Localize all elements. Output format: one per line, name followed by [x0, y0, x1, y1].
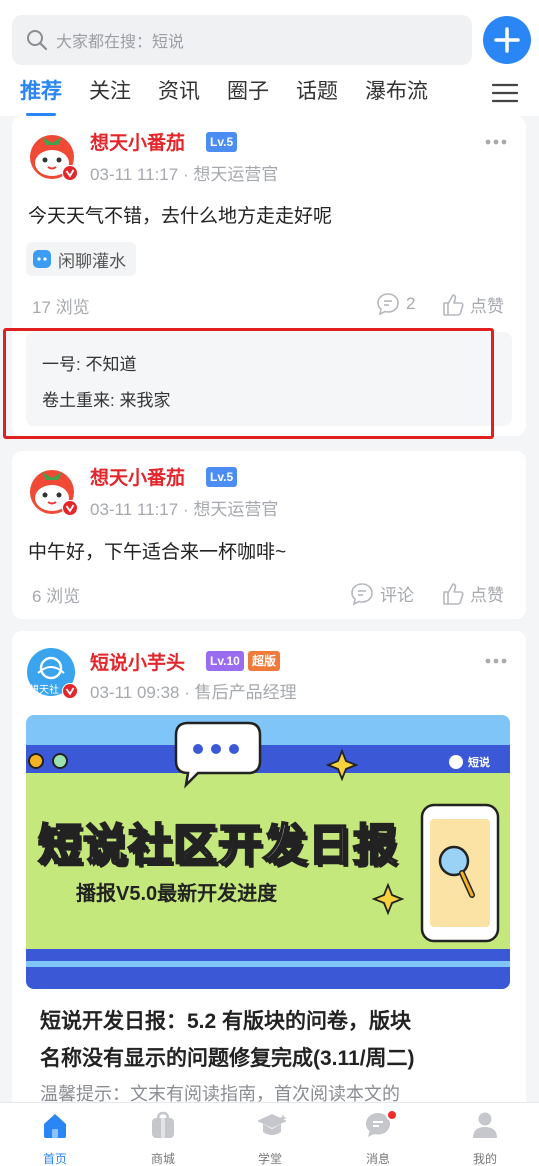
thumbs-up-icon: [443, 293, 464, 316]
nav-label: 我的: [472, 1152, 497, 1166]
app-page: 大家都在搜：短说 推荐 关注 资讯 圈子 话题 瀑布流 想天小番茄 Lv.5 0…: [0, 0, 539, 1166]
graduation-cap-icon: [257, 1114, 287, 1135]
nav-label: 首页: [42, 1152, 67, 1166]
thumbs-up-icon: [443, 582, 464, 605]
tab-topics[interactable]: 话题: [296, 76, 338, 112]
more-icon[interactable]: [484, 657, 508, 665]
chat-bubble-icon: [33, 250, 51, 268]
create-post-button[interactable]: [483, 16, 531, 64]
nav-label: 消息: [365, 1152, 390, 1166]
post-meta: 03-11 09:38 · 售后产品经理: [90, 683, 297, 702]
post-card[interactable]: 想天小番茄 Lv.5 03-11 11:17 · 想天运营官 中午好，下午适合来…: [12, 451, 526, 619]
banner-subtitle: 播报V5.0最新开发进度: [76, 883, 278, 905]
avatar-text: 想天社: [29, 685, 59, 696]
unread-dot: [386, 1109, 398, 1121]
verified-badge-icon: [62, 500, 78, 516]
tab-circles[interactable]: 圈子: [227, 76, 269, 112]
bottom-navigation: 首页 商城 学堂 消息 我的: [0, 1102, 539, 1166]
comment-label: 评论: [380, 586, 414, 605]
nav-label: 商城: [150, 1152, 175, 1166]
category-tabs: 推荐 关注 资讯 圈子 话题 瀑布流: [20, 76, 455, 116]
author-name[interactable]: 想天小番茄: [90, 463, 185, 490]
like-label: 点赞: [470, 297, 504, 316]
nav-profile[interactable]: 我的: [445, 1103, 525, 1166]
post-meta: 03-11 11:17 · 想天运营官: [90, 500, 279, 519]
search-placeholder: 大家都在搜：短说: [56, 34, 185, 51]
level-badge: Lv.5: [206, 132, 238, 152]
avatar[interactable]: [26, 464, 78, 516]
more-icon[interactable]: [484, 138, 508, 146]
article-title[interactable]: 短说开发日报：5.2 有版块的问卷，版块: [40, 1005, 411, 1035]
post-content: 中午好，下午适合来一杯咖啡~: [28, 542, 287, 563]
post-content: 今天天气不错，去什么地方走走好呢: [28, 206, 333, 227]
avatar[interactable]: [26, 129, 78, 181]
comment-count: 2: [406, 294, 416, 313]
post-card[interactable]: 想天社 短说小芋头 Lv.10 超版 03-11 09:38 · 售后产品经理: [12, 631, 526, 1111]
banner-title: 短说社区开发日报: [37, 820, 398, 871]
topic-tag[interactable]: 闲聊灌水: [26, 242, 136, 276]
home-icon: [44, 1114, 66, 1138]
nav-label: 学堂: [257, 1152, 282, 1166]
verified-badge-icon: [62, 683, 78, 699]
plus-icon: [494, 27, 520, 53]
nav-mall[interactable]: 商城: [123, 1103, 203, 1166]
article-cover-image[interactable]: 短说 短说社区开发日报 播报V5.0最新开发进度: [26, 715, 510, 989]
search-icon: [27, 30, 48, 51]
verified-badge-icon: [62, 165, 78, 181]
level-badge: Lv.10: [206, 651, 244, 671]
view-count: 17 浏览: [32, 298, 90, 317]
like-button[interactable]: 点赞: [442, 292, 504, 317]
level-badge: Lv.5: [206, 467, 238, 487]
like-label: 点赞: [470, 586, 504, 605]
avatar[interactable]: 想天社: [26, 647, 78, 699]
topic-label: 闲聊灌水: [58, 251, 126, 271]
tab-follow[interactable]: 关注: [89, 76, 131, 112]
comment-button[interactable]: 评论: [350, 581, 414, 606]
user-icon: [473, 1112, 497, 1138]
article-title[interactable]: 名称没有显示的问题修复完成(3.11/周二): [40, 1042, 415, 1072]
menu-icon[interactable]: [492, 83, 518, 103]
highlight-annotation-box: [3, 328, 494, 439]
nav-home[interactable]: 首页: [15, 1103, 95, 1166]
shopping-bag-icon: [152, 1111, 174, 1138]
like-button[interactable]: 点赞: [442, 581, 504, 606]
nav-messages[interactable]: 消息: [338, 1103, 418, 1166]
nav-academy[interactable]: 学堂: [230, 1103, 310, 1166]
comment-icon: [351, 582, 373, 605]
author-name[interactable]: 短说小芋头: [90, 648, 185, 675]
tab-news[interactable]: 资讯: [158, 76, 200, 112]
comment-icon: [377, 293, 399, 316]
banner-logo: 短说: [468, 757, 490, 769]
top-bar: 大家都在搜：短说 推荐 关注 资讯 圈子 话题 瀑布流: [0, 0, 539, 116]
tab-waterfall[interactable]: 瀑布流: [365, 76, 428, 112]
view-count: 6 浏览: [32, 587, 81, 606]
super-mod-badge: 超版: [248, 651, 281, 671]
post-meta: 03-11 11:17 · 想天运营官: [90, 165, 279, 184]
comment-button[interactable]: 2: [376, 292, 415, 316]
search-bar[interactable]: 大家都在搜：短说: [12, 15, 472, 65]
author-name[interactable]: 想天小番茄: [90, 128, 185, 155]
tab-recommend[interactable]: 推荐: [20, 76, 62, 116]
